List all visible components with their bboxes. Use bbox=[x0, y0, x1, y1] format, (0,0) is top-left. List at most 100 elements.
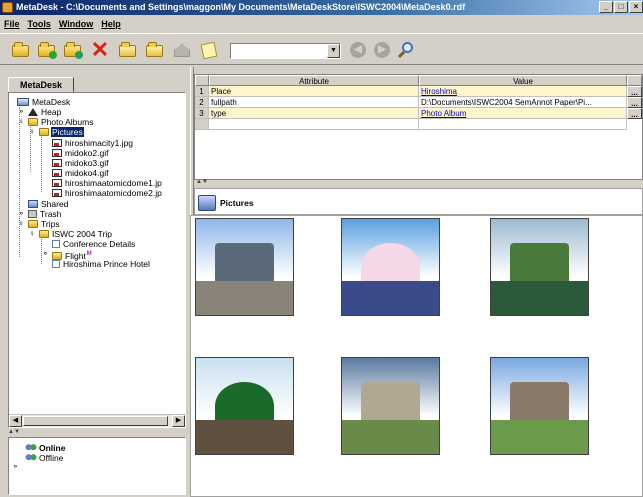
scroll-right-icon[interactable]: ▶ bbox=[172, 415, 185, 427]
attribute-cell[interactable]: type bbox=[209, 108, 419, 119]
tree-item[interactable]: Shared bbox=[28, 199, 69, 209]
menu-tools[interactable]: Tools bbox=[28, 16, 51, 32]
value-cell[interactable]: Hiroshima bbox=[419, 86, 627, 97]
back-button[interactable]: ◀ bbox=[348, 40, 368, 60]
photo-thumbnail[interactable] bbox=[195, 218, 294, 316]
tree-item-label: Shared bbox=[41, 199, 69, 209]
tree-item-label: midoko4.gif bbox=[65, 168, 109, 178]
value-cell[interactable] bbox=[419, 119, 627, 130]
shared-icon bbox=[28, 200, 38, 208]
attribute-cell[interactable]: fullpath bbox=[209, 97, 419, 108]
photo-thumbnail[interactable] bbox=[195, 357, 294, 455]
edit-icon bbox=[119, 42, 136, 57]
tree-item[interactable]: MetaDesk bbox=[17, 97, 71, 107]
tree-view[interactable]: MetaDesk ⚬ Heap ♀ Photo Albums ♀ Pictures hiros… bbox=[9, 93, 185, 415]
tree-item[interactable]: midoko2.gif bbox=[52, 148, 109, 158]
edit-value-button[interactable]: ... bbox=[627, 97, 642, 108]
table-row[interactable]: 3 type Photo Album... bbox=[195, 108, 643, 119]
table-header: Attribute Value bbox=[195, 75, 643, 86]
online-item[interactable]: Offline bbox=[25, 453, 63, 463]
search-button[interactable] bbox=[396, 40, 416, 60]
scroll-left-icon[interactable]: ◀ bbox=[9, 415, 22, 427]
maximize-button[interactable]: □ bbox=[614, 1, 628, 13]
open-folder-icon bbox=[12, 42, 29, 57]
online-expand-handle[interactable]: ⚬ bbox=[12, 463, 20, 471]
close-button[interactable]: × bbox=[629, 1, 643, 13]
menu-window[interactable]: Window bbox=[59, 16, 93, 32]
title-bar: MetaDesk - C:\Documents and Settings\mag… bbox=[0, 0, 643, 15]
tree-item-label: ISWC 2004 Trip bbox=[52, 229, 112, 239]
horizontal-scrollbar[interactable]: ◀ ▶ bbox=[9, 414, 185, 427]
table-row[interactable] bbox=[195, 119, 643, 130]
note-button[interactable] bbox=[199, 40, 219, 60]
pictures-header: Pictures bbox=[194, 188, 643, 215]
tree-item[interactable]: FlightM bbox=[52, 249, 92, 261]
value-cell[interactable]: D:\Documents\ISWC2004 SemAnnot Paper\Pi.… bbox=[419, 97, 627, 108]
header-attribute[interactable]: Attribute bbox=[209, 75, 419, 86]
edit-value-button[interactable]: ... bbox=[627, 86, 642, 97]
attribute-cell[interactable]: Place bbox=[209, 86, 419, 97]
tree-item[interactable]: Trash bbox=[28, 209, 62, 219]
tree-item[interactable]: hiroshimaatomicdome1.jp bbox=[52, 178, 163, 188]
menu-help[interactable]: Help bbox=[101, 16, 121, 32]
new-folder-button[interactable] bbox=[37, 40, 57, 60]
tree-item-label: Trips bbox=[41, 219, 60, 229]
tree-item[interactable]: Conference Details bbox=[52, 239, 136, 249]
folder-icon bbox=[39, 230, 49, 238]
tab-metadesk[interactable]: MetaDesk bbox=[8, 77, 74, 92]
online-panel: Online ⚬ Offline bbox=[8, 437, 186, 495]
tree-item[interactable]: hiroshimacity1.jpg bbox=[52, 138, 134, 148]
header-value[interactable]: Value bbox=[419, 75, 627, 86]
table-row[interactable]: 2 fullpath D:\Documents\ISWC2004 SemAnnot … bbox=[195, 97, 643, 108]
home-button[interactable] bbox=[172, 40, 192, 60]
menu-bar: File Tools Window Help bbox=[0, 16, 643, 32]
tree-item[interactable]: Photo Albums bbox=[28, 117, 94, 127]
tree-item[interactable]: Trips bbox=[28, 219, 61, 229]
app-icon bbox=[2, 2, 13, 13]
edit-alt-button[interactable] bbox=[145, 40, 165, 60]
tree-item-label: Conference Details bbox=[63, 239, 136, 249]
scroll-thumb[interactable] bbox=[23, 416, 168, 426]
chevron-down-icon[interactable]: ▼ bbox=[327, 44, 340, 58]
doc-icon bbox=[52, 240, 60, 248]
table-row[interactable]: 1 Place Hiroshima... bbox=[195, 86, 643, 97]
window-controls: _ □ × bbox=[599, 1, 643, 13]
tree-item[interactable]: hiroshimaatomicdome2.jp bbox=[52, 188, 163, 198]
splitter-left[interactable]: ▲▼ bbox=[8, 429, 186, 436]
photo-thumbnail[interactable] bbox=[341, 357, 440, 455]
photo-thumbnail[interactable] bbox=[341, 218, 440, 316]
add-folder-button[interactable] bbox=[63, 40, 83, 60]
window-title: MetaDesk - C:\Documents and Settings\mag… bbox=[16, 2, 466, 12]
back-icon: ◀ bbox=[350, 42, 366, 58]
online-item[interactable]: Online bbox=[25, 443, 65, 453]
search-combo[interactable]: ▼ bbox=[230, 43, 341, 59]
tree-item[interactable]: midoko4.gif bbox=[52, 168, 109, 178]
value-cell[interactable]: Photo Album bbox=[419, 108, 627, 119]
delete-icon: ✕ bbox=[90, 37, 110, 62]
attribute-cell[interactable] bbox=[209, 119, 419, 130]
tree-item[interactable]: ISWC 2004 Trip bbox=[39, 229, 113, 239]
tree-item[interactable]: midoko3.gif bbox=[52, 158, 109, 168]
picture-gallery bbox=[190, 215, 643, 497]
tree-item[interactable]: Heap bbox=[28, 107, 62, 117]
tree-item-label: Pictures bbox=[51, 127, 84, 137]
tree-item[interactable]: Hiroshima Prince Hotel bbox=[52, 259, 151, 269]
tree-item[interactable]: Pictures bbox=[39, 127, 84, 137]
photo-thumbnail[interactable] bbox=[490, 357, 589, 455]
menu-file[interactable]: File bbox=[4, 16, 20, 32]
edit-value-button[interactable]: ... bbox=[627, 108, 642, 119]
splitter-right[interactable]: ▲▼ bbox=[194, 179, 643, 187]
tree-expand-handle[interactable]: ⚬ bbox=[42, 250, 50, 258]
minimize-button[interactable]: _ bbox=[599, 1, 613, 13]
tree-item-label: Photo Albums bbox=[41, 117, 94, 127]
open-folder-button[interactable] bbox=[11, 40, 31, 60]
gif-icon bbox=[52, 159, 62, 167]
forward-button[interactable]: ▶ bbox=[372, 40, 392, 60]
edit-button[interactable] bbox=[118, 40, 138, 60]
tree-expand-handle[interactable]: ♀ bbox=[29, 230, 37, 238]
row-number: 3 bbox=[195, 108, 209, 119]
photo-thumbnail[interactable] bbox=[490, 218, 589, 316]
delete-button[interactable]: ✕ bbox=[90, 37, 110, 62]
left-panel: MetaDesk MetaDesk ⚬ Heap ♀ Photo Albums ♀ Pict… bbox=[0, 67, 190, 497]
people-icon bbox=[25, 454, 37, 462]
